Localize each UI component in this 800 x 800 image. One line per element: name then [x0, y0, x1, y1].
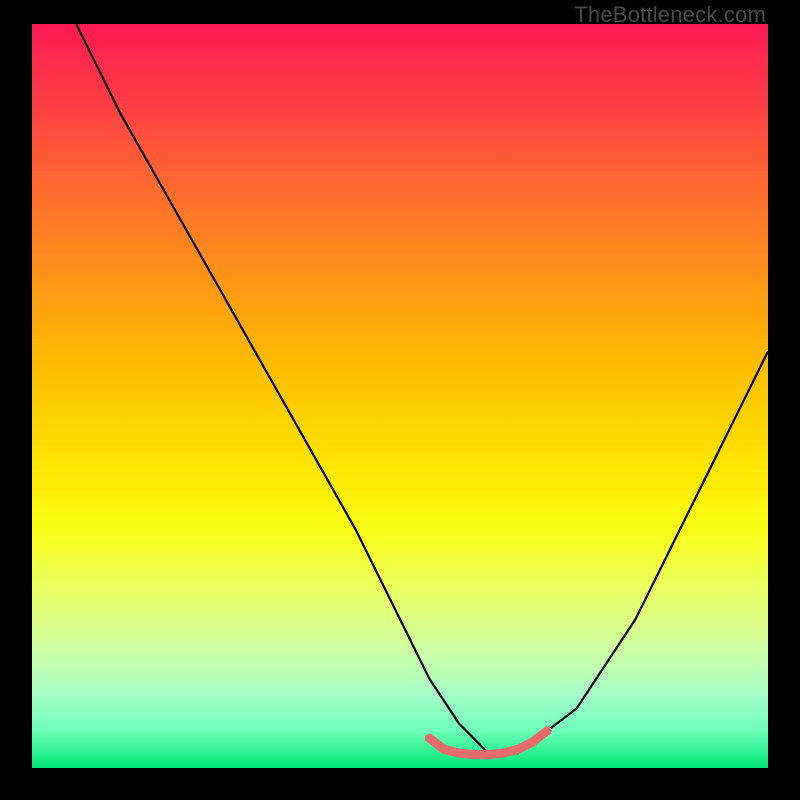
optimal-zone-line [429, 731, 547, 755]
chart-frame: TheBottleneck.com [0, 0, 800, 800]
chart-svg [32, 24, 768, 768]
bottleneck-curve-line [76, 24, 768, 753]
watermark-text: TheBottleneck.com [574, 2, 766, 28]
plot-area [32, 24, 768, 768]
